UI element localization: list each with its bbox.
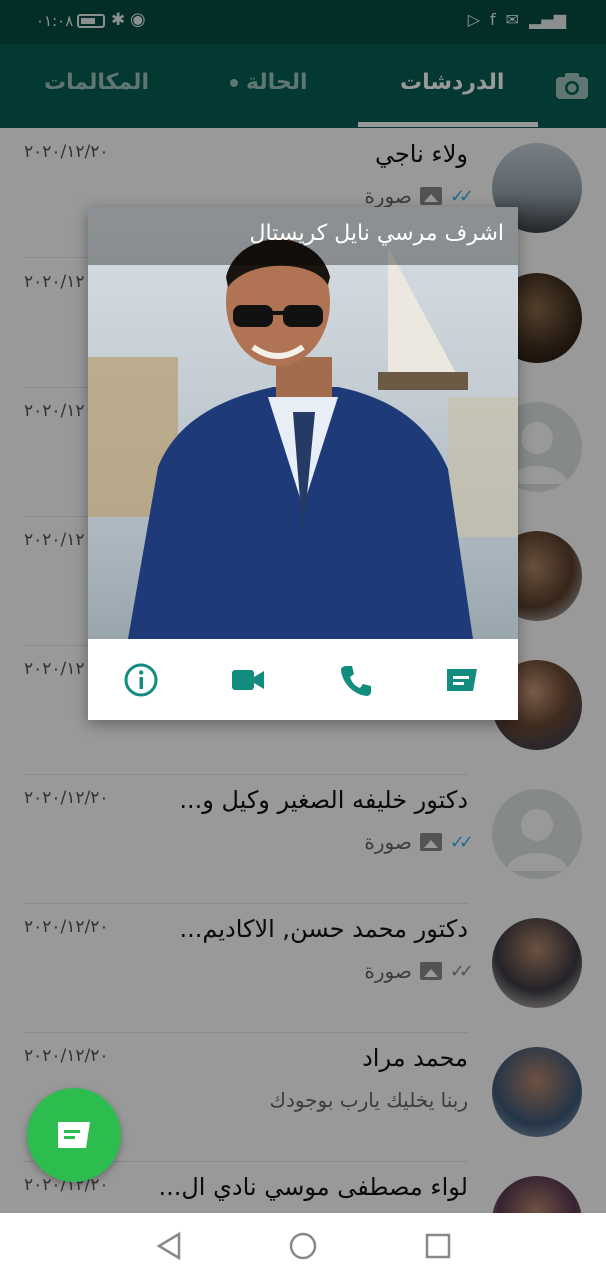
quick-actions [88,639,518,720]
recents-nav-icon[interactable] [424,1231,452,1261]
back-nav-icon[interactable] [155,1231,183,1261]
home-nav-icon[interactable] [288,1231,318,1261]
video-call-icon[interactable] [230,662,266,698]
contact-name: اشرف مرسي نايل كريستال [249,221,504,246]
contact-name-bar: اشرف مرسي نايل كريستال [88,207,518,265]
system-nav-bar [0,1213,606,1280]
message-icon[interactable] [444,662,480,698]
new-chat-icon [58,1122,90,1148]
info-icon[interactable] [123,662,159,698]
contact-quick-view: اشرف مرسي نايل كريستال [88,207,518,720]
call-icon[interactable] [338,662,374,698]
profile-photo-image [88,207,518,639]
contact-photo[interactable]: اشرف مرسي نايل كريستال [88,207,518,639]
new-chat-button[interactable] [27,1088,121,1182]
